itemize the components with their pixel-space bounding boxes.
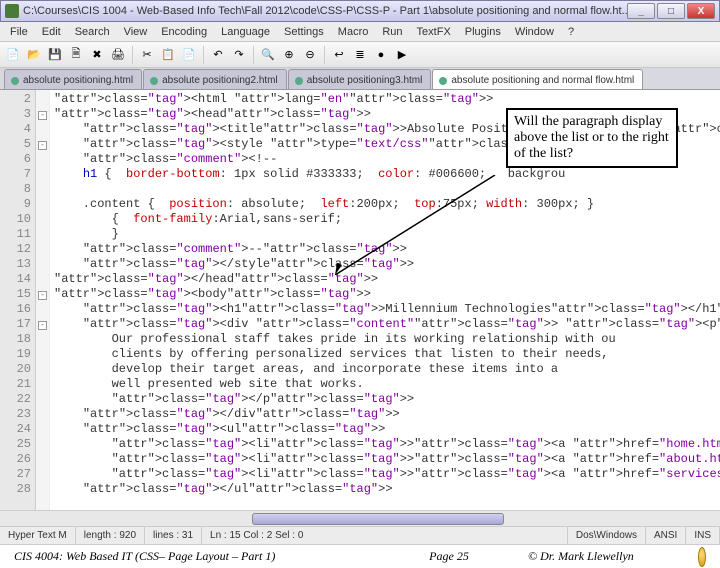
scrollbar-thumb[interactable] (252, 513, 504, 525)
menu-help[interactable]: ? (562, 24, 580, 40)
zoom-in-icon[interactable]: ⊕ (280, 46, 298, 64)
window-titlebar: C:\Courses\CIS 1004 - Web-Based Info Tec… (0, 0, 720, 22)
save-icon[interactable]: 💾 (46, 46, 64, 64)
redo-icon[interactable]: ↷ (230, 46, 248, 64)
window-title: C:\Courses\CIS 1004 - Web-Based Info Tec… (23, 5, 627, 17)
status-language: Hyper Text M (0, 527, 76, 544)
callout-text: Will the paragraph display above the lis… (514, 114, 669, 161)
undo-icon[interactable]: ↶ (209, 46, 227, 64)
footer-logo-icon (684, 546, 720, 568)
status-mode: INS (686, 527, 720, 544)
open-file-icon[interactable]: 📂 (25, 46, 43, 64)
footer-page: Page 25 (384, 549, 514, 564)
close-file-icon[interactable]: ✖ (88, 46, 106, 64)
copy-icon[interactable]: 📋 (159, 46, 177, 64)
record-icon[interactable]: ● (372, 46, 390, 64)
menu-macro[interactable]: Macro (332, 24, 375, 40)
fold-column[interactable]: - - - - (36, 90, 50, 510)
menu-plugins[interactable]: Plugins (459, 24, 507, 40)
toolbar-separator (132, 46, 133, 64)
app-icon (5, 4, 19, 18)
status-bar: Hyper Text M length : 920 lines : 31 Ln … (0, 526, 720, 544)
toolbar-separator (253, 46, 254, 64)
toolbar: 📄 📂 💾 🗎 ✖ 🖨 ✂ 📋 📄 ↶ ↷ 🔍 ⊕ ⊖ ↩ ≣ ● ▶ (0, 42, 720, 68)
tab-status-icon (295, 77, 303, 85)
cut-icon[interactable]: ✂ (138, 46, 156, 64)
tab-status-icon (439, 77, 447, 85)
window-controls: _ □ X (627, 3, 715, 19)
annotation-callout: Will the paragraph display above the lis… (506, 108, 678, 168)
menu-bar: File Edit Search View Encoding Language … (0, 22, 720, 42)
menu-textfx[interactable]: TextFX (411, 24, 457, 40)
footer-course: CIS 4004: Web Based IT (CSS– Page Layout… (0, 549, 384, 564)
menu-settings[interactable]: Settings (278, 24, 330, 40)
menu-language[interactable]: Language (215, 24, 276, 40)
menu-encoding[interactable]: Encoding (155, 24, 213, 40)
minimize-button[interactable]: _ (627, 3, 655, 19)
menu-run[interactable]: Run (376, 24, 408, 40)
toolbar-separator (324, 46, 325, 64)
new-file-icon[interactable]: 📄 (4, 46, 22, 64)
file-tabs: absolute positioning.html absolute posit… (0, 68, 720, 90)
status-encoding: ANSI (646, 527, 686, 544)
menu-view[interactable]: View (118, 24, 154, 40)
menu-search[interactable]: Search (69, 24, 116, 40)
print-icon[interactable]: 🖨 (109, 46, 127, 64)
zoom-out-icon[interactable]: ⊖ (301, 46, 319, 64)
status-length: length : 920 (76, 527, 145, 544)
tab-label: absolute positioning.html (23, 75, 133, 86)
slide-footer: CIS 4004: Web Based IT (CSS– Page Layout… (0, 544, 720, 568)
tab-label: absolute positioning2.html (162, 75, 278, 86)
find-icon[interactable]: 🔍 (259, 46, 277, 64)
file-tab[interactable]: absolute positioning2.html (143, 69, 287, 89)
paste-icon[interactable]: 📄 (180, 46, 198, 64)
menu-file[interactable]: File (4, 24, 34, 40)
status-lines: lines : 31 (145, 527, 202, 544)
status-position: Ln : 15 Col : 2 Sel : 0 (202, 527, 568, 544)
footer-author: © Dr. Mark Llewellyn (514, 549, 684, 564)
list-icon[interactable]: ≣ (351, 46, 369, 64)
menu-window[interactable]: Window (509, 24, 560, 40)
close-button[interactable]: X (687, 3, 715, 19)
tab-status-icon (150, 77, 158, 85)
horizontal-scrollbar[interactable] (0, 510, 720, 526)
tab-label: absolute positioning and normal flow.htm… (451, 75, 634, 86)
tab-status-icon (11, 77, 19, 85)
tab-label: absolute positioning3.html (307, 75, 423, 86)
play-icon[interactable]: ▶ (393, 46, 411, 64)
wordwrap-icon[interactable]: ↩ (330, 46, 348, 64)
toolbar-separator (203, 46, 204, 64)
file-tab-active[interactable]: absolute positioning and normal flow.htm… (432, 69, 643, 89)
line-numbers: 2345678910111213141516171819202122232425… (0, 90, 36, 510)
maximize-button[interactable]: □ (657, 3, 685, 19)
file-tab[interactable]: absolute positioning3.html (288, 69, 432, 89)
menu-edit[interactable]: Edit (36, 24, 67, 40)
status-eol: Dos\Windows (568, 527, 646, 544)
saveall-icon[interactable]: 🗎 (67, 46, 85, 64)
file-tab[interactable]: absolute positioning.html (4, 69, 142, 89)
